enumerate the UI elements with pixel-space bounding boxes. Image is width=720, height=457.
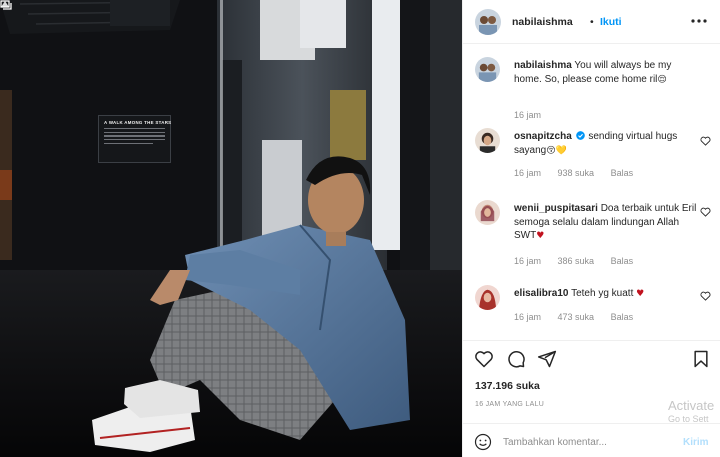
avatar[interactable] bbox=[475, 9, 501, 35]
comment-time[interactable]: 16 jam bbox=[514, 312, 541, 322]
like-comment-icon[interactable] bbox=[700, 291, 711, 301]
post-header: nabilaishma • Ikuti bbox=[463, 0, 720, 44]
smile-icon[interactable] bbox=[474, 433, 492, 451]
comment-likes[interactable]: 386 suka bbox=[558, 256, 595, 266]
add-comment-bar: Kirim bbox=[463, 423, 720, 457]
avatar[interactable] bbox=[475, 200, 500, 225]
avatar[interactable] bbox=[475, 285, 500, 310]
comment-emoji: 😚💛 bbox=[546, 145, 567, 156]
comment-likes[interactable]: 473 suka bbox=[558, 312, 595, 322]
comment-body: Teteh yg kuatt bbox=[571, 288, 634, 299]
comment-meta: 16 jam 938 suka Balas bbox=[514, 168, 647, 178]
caption-meta: 16 jam bbox=[514, 110, 555, 120]
post-photo[interactable]: A WALK AMONG THE STARS bbox=[0, 0, 462, 457]
exhibit-plaque: A WALK AMONG THE STARS bbox=[98, 115, 171, 163]
plaque-title: A WALK AMONG THE STARS bbox=[104, 120, 172, 125]
send-comment-button[interactable]: Kirim bbox=[683, 437, 709, 448]
caption-username[interactable]: nabilaishma bbox=[514, 60, 572, 71]
reply-button[interactable]: Balas bbox=[611, 312, 634, 322]
like-comment-icon[interactable] bbox=[700, 136, 711, 146]
follow-button[interactable]: Ikuti bbox=[600, 16, 622, 28]
comment-username[interactable]: osnapitzcha bbox=[514, 131, 572, 142]
header-separator: • bbox=[590, 16, 594, 28]
comments-list[interactable]: nabilaishma You will always be my home. … bbox=[463, 45, 720, 335]
comment-icon[interactable] bbox=[506, 349, 526, 369]
comment-emoji: ♥ bbox=[536, 231, 545, 241]
like-comment-icon[interactable] bbox=[700, 207, 711, 217]
avatar[interactable] bbox=[475, 128, 500, 153]
heart-icon[interactable] bbox=[474, 349, 494, 369]
comment-text: elisalibra10 Teteh yg kuatt ♥ bbox=[514, 287, 698, 302]
post-actions bbox=[463, 340, 720, 374]
plaque-text-line bbox=[104, 131, 165, 134]
plaque-text-line bbox=[104, 128, 165, 130]
plaque-text-line bbox=[104, 142, 153, 145]
bookmark-icon[interactable] bbox=[691, 349, 711, 369]
comment-meta: 16 jam 386 suka Balas bbox=[514, 256, 647, 266]
comment-username[interactable]: wenii_puspitasari bbox=[514, 203, 598, 214]
avatar[interactable] bbox=[475, 57, 500, 82]
more-options-icon[interactable] bbox=[689, 13, 709, 29]
tag-icon[interactable] bbox=[0, 0, 10, 8]
comment-emoji: ♥ bbox=[636, 289, 645, 299]
comment-time[interactable]: 16 jam bbox=[514, 256, 541, 266]
post-sidebar: nabilaishma • Ikuti nabilaishma You will… bbox=[462, 0, 720, 457]
comment-text: osnapitzcha sending virtual hugs sayang😚… bbox=[514, 130, 698, 158]
caption-text: nabilaishma You will always be my home. … bbox=[514, 59, 698, 87]
comment-time[interactable]: 16 jam bbox=[514, 168, 541, 178]
reply-button[interactable]: Balas bbox=[611, 168, 634, 178]
verified-badge-icon bbox=[575, 131, 585, 140]
comment-username[interactable]: elisalibra10 bbox=[514, 288, 568, 299]
comment-likes[interactable]: 938 suka bbox=[558, 168, 595, 178]
comment-text: wenii_puspitasari Doa terbaik untuk Eril… bbox=[514, 202, 698, 244]
likes-count[interactable]: 137.196 suka bbox=[475, 380, 540, 392]
header-username[interactable]: nabilaishma bbox=[512, 16, 573, 28]
post-timestamp[interactable]: 16 JAM YANG LALU bbox=[475, 401, 544, 408]
caption-emoji: 😌 bbox=[657, 74, 667, 85]
plaque-text-line bbox=[104, 139, 165, 141]
caption-time[interactable]: 16 jam bbox=[514, 110, 541, 120]
photo-scene bbox=[0, 0, 462, 457]
reply-button[interactable]: Balas bbox=[611, 256, 634, 266]
comment-meta: 16 jam 473 suka Balas bbox=[514, 312, 647, 322]
share-icon[interactable] bbox=[537, 349, 557, 369]
plaque-text-line bbox=[104, 135, 165, 137]
comment-input[interactable] bbox=[503, 433, 673, 451]
